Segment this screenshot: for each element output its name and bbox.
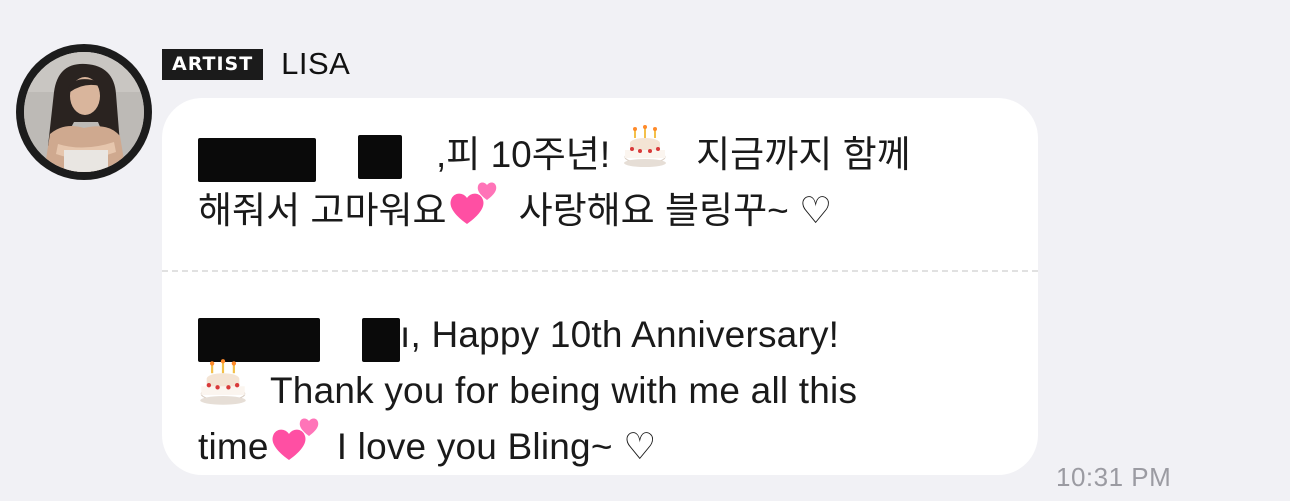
english-text-3: time [198, 426, 269, 467]
english-line-1: ı, Happy 10th Anniversary! [198, 307, 857, 363]
korean-text-2: 지금까지 함께 [696, 134, 911, 175]
artist-avatar[interactable] [16, 44, 152, 180]
english-line-2: Thank you for being with me all this [198, 359, 858, 419]
korean-message: ,피 10주년! 지금까지 함께 해줘서 고마워요 사랑해요 블링꾸~ ♡ [198, 124, 911, 239]
avatar-photo [24, 52, 144, 172]
korean-text-1: ,피 10주년! [436, 134, 611, 175]
english-line-3: time I love you Bling~ ♡ [198, 418, 857, 475]
english-text-4: I love you Bling~ ♡ [336, 426, 657, 467]
korean-text-3: 해줘서 고마워요 [198, 190, 447, 231]
korean-line-2: 해줘서 고마워요 사랑해요 블링꾸~ ♡ [198, 182, 911, 239]
cake-emoji-icon [622, 124, 668, 186]
english-text-2: Thank you for being with me all this [270, 370, 858, 411]
english-translation: ı, Happy 10th Anniversary! Thank you for… [198, 307, 857, 475]
sender-name[interactable]: LISA [281, 46, 350, 82]
korean-text-4: 사랑해요 블링꾸~ ♡ [518, 190, 833, 231]
message-header: ARTIST LISA [162, 46, 350, 82]
translation-divider [162, 270, 1038, 272]
english-text-1: ı, Happy 10th Anniversary! [400, 314, 840, 355]
artist-badge: ARTIST [162, 48, 264, 80]
message-timestamp: 10:31 PM [1056, 462, 1172, 492]
two-hearts-emoji-icon [447, 178, 501, 244]
cake-emoji-icon [198, 358, 248, 424]
redaction-block [198, 318, 320, 362]
message-bubble[interactable]: ,피 10주년! 지금까지 함께 해줘서 고마워요 사랑해요 블링꾸~ ♡ ı,… [162, 98, 1038, 475]
redaction-block [362, 318, 400, 362]
redaction-block [358, 135, 402, 179]
two-hearts-emoji-icon [269, 414, 323, 480]
korean-line-1: ,피 10주년! 지금까지 함께 [198, 124, 911, 186]
redaction-block [198, 138, 316, 182]
